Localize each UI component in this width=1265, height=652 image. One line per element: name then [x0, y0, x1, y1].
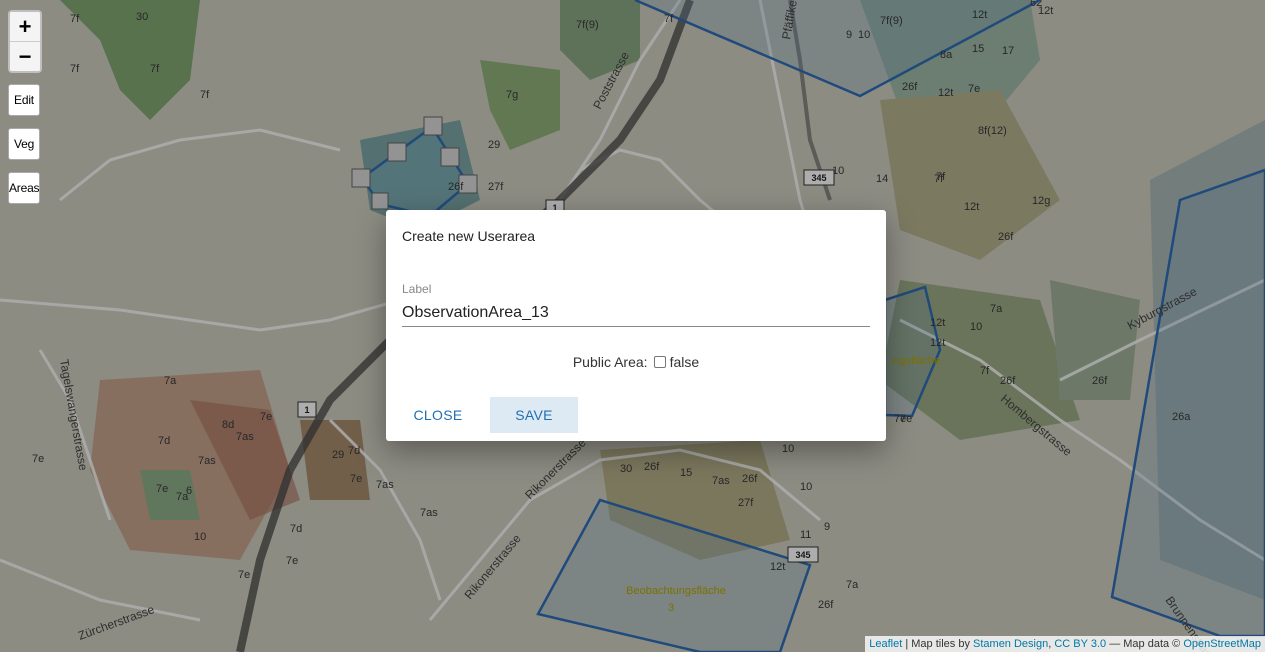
veg-button[interactable]: Veg — [8, 128, 40, 160]
public-area-checkbox[interactable] — [653, 356, 666, 368]
areas-button[interactable]: Areas — [8, 172, 40, 204]
zoom-out-button[interactable]: − — [10, 41, 40, 71]
map-attribution: Leaflet | Map tiles by Stamen Design, CC… — [865, 636, 1265, 652]
leaflet-link[interactable]: Leaflet — [869, 638, 902, 650]
label-field-caption: Label — [402, 282, 432, 296]
zoom-in-button[interactable]: + — [10, 12, 40, 41]
public-area-value: false — [669, 354, 700, 370]
save-button[interactable]: SAVE — [490, 397, 578, 433]
attribution-text-1: | Map tiles by — [902, 638, 974, 650]
public-area-label: Public Area: — [572, 354, 648, 370]
zoom-control: + − — [8, 10, 42, 73]
create-userarea-dialog: Create new Userarea Label Public Area: fa… — [386, 210, 886, 441]
edit-button[interactable]: Edit — [8, 84, 40, 116]
close-button[interactable]: CLOSE — [402, 397, 474, 433]
label-input[interactable] — [402, 300, 870, 327]
cc-link[interactable]: CC BY 3.0 — [1054, 638, 1106, 650]
attribution-text-3: — Map data © — [1106, 638, 1184, 650]
dialog-title: Create new Userarea — [402, 228, 536, 244]
stamen-link[interactable]: Stamen Design — [973, 638, 1048, 650]
public-area-row: Public Area: false — [386, 354, 886, 370]
osm-link[interactable]: OpenStreetMap — [1183, 638, 1261, 650]
